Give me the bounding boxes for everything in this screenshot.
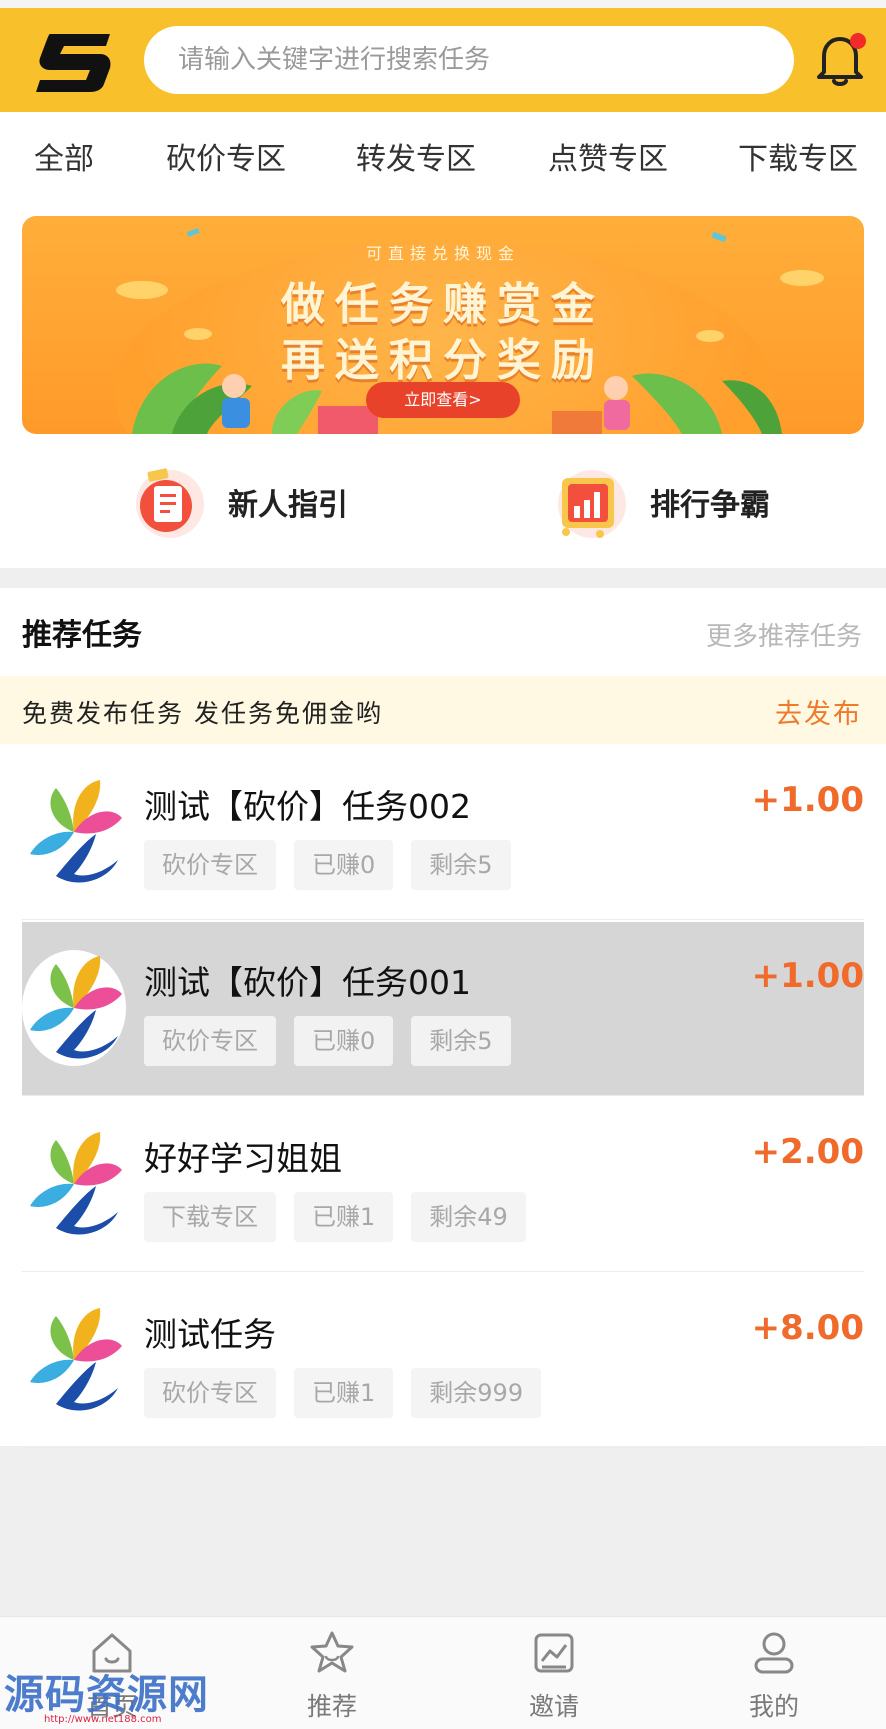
task-tags: 砍价专区 已赚1 剩余999 xyxy=(144,1368,559,1418)
task-tags: 砍价专区 已赚0 剩余5 xyxy=(144,1016,529,1066)
watermark-url: http://www.net188.com xyxy=(44,1714,162,1725)
task-tag: 砍价专区 xyxy=(144,1016,276,1066)
task-tags: 砍价专区 已赚0 剩余5 xyxy=(144,840,529,890)
task-name: 好好学习姐姐 xyxy=(144,1139,342,1178)
task-name: 测试任务 xyxy=(144,1315,276,1354)
task-tag: 砍价专区 xyxy=(144,1368,276,1418)
task-tag: 剩余49 xyxy=(411,1192,526,1242)
task-logo-icon xyxy=(22,1126,126,1242)
task-reward: +1.00 xyxy=(751,956,864,996)
star-icon xyxy=(310,1631,354,1673)
task-reward: +2.00 xyxy=(751,1132,864,1172)
notification-dot xyxy=(850,33,866,49)
tab-like[interactable]: 点赞专区 xyxy=(548,134,668,178)
more-recommend-link[interactable]: 更多推荐任务 xyxy=(706,616,862,653)
tab-all[interactable]: 全部 xyxy=(0,134,128,208)
chart-icon xyxy=(534,1633,574,1673)
tab-bargain[interactable]: 砍价专区 xyxy=(166,134,286,178)
watermark: 源码资源网 xyxy=(4,1672,209,1718)
nav-label: 我的 xyxy=(748,1692,799,1721)
status-bar xyxy=(0,0,886,8)
task-tag: 已赚0 xyxy=(294,1016,394,1066)
tab-download[interactable]: 下载专区 xyxy=(738,134,858,178)
recommend-title: 推荐任务 xyxy=(22,618,142,653)
banner-headline-1: 做任务赚赏金 xyxy=(281,279,605,330)
document-icon xyxy=(136,468,204,538)
task-logo-icon xyxy=(22,774,126,890)
nav-mine[interactable]: 我的 xyxy=(714,1617,834,1729)
nav-label: 推荐 xyxy=(306,1692,357,1721)
task-name: 测试【砍价】任务002 xyxy=(144,787,471,826)
nav-label: 邀请 xyxy=(528,1692,579,1721)
notification-bell-icon[interactable] xyxy=(812,30,868,90)
banner-small-text: 可直接兑换现金 xyxy=(365,244,520,263)
task-name: 测试【砍价】任务001 xyxy=(144,963,471,1002)
task-tag: 已赚1 xyxy=(294,1192,394,1242)
task-tag: 剩余999 xyxy=(411,1368,542,1418)
task-reward: +8.00 xyxy=(751,1308,864,1348)
notice-text: 免费发布任务 发任务免佣金哟 xyxy=(22,699,383,728)
publish-notice-bar: 免费发布任务 发任务免佣金哟 去发布 xyxy=(0,676,886,744)
task-tag: 剩余5 xyxy=(411,840,511,890)
shortcut-label: 新人指引 xyxy=(228,488,348,523)
user-icon xyxy=(754,1632,794,1674)
task-tag: 砍价专区 xyxy=(144,840,276,890)
task-row[interactable]: 测试【砍价】任务001 +1.00 砍价专区 已赚0 剩余5 xyxy=(22,922,864,1096)
header-bar: 请输入关键字进行搜索任务 xyxy=(0,8,886,112)
task-tags: 下载专区 已赚1 剩余49 xyxy=(144,1192,544,1242)
publish-link[interactable]: 去发布 xyxy=(775,692,862,731)
nav-recommend[interactable]: 推荐 xyxy=(272,1617,392,1729)
task-tag: 已赚1 xyxy=(294,1368,394,1418)
promo-banner[interactable]: 可直接兑换现金 做任务赚赏金 再送积分奖励 立即查看> xyxy=(22,216,864,434)
task-logo-icon xyxy=(22,1302,126,1418)
task-tag: 已赚0 xyxy=(294,840,394,890)
banner-view-button[interactable]: 立即查看> xyxy=(366,382,520,418)
task-tag: 下载专区 xyxy=(144,1192,276,1242)
task-logo-icon xyxy=(22,950,126,1066)
task-row[interactable]: 测试【砍价】任务002 +1.00 砍价专区 已赚0 剩余5 xyxy=(22,746,864,920)
tab-forward[interactable]: 转发专区 xyxy=(356,134,476,178)
task-tag: 剩余5 xyxy=(411,1016,511,1066)
task-row[interactable]: 测试任务 +8.00 砍价专区 已赚1 剩余999 xyxy=(22,1274,864,1448)
ranking-chart-icon xyxy=(558,470,626,538)
search-input[interactable]: 请输入关键字进行搜索任务 xyxy=(144,26,794,94)
task-row[interactable]: 好好学习姐姐 +2.00 下载专区 已赚1 剩余49 xyxy=(22,1098,864,1272)
app-logo-icon xyxy=(36,34,111,92)
nav-invite[interactable]: 邀请 xyxy=(494,1617,614,1729)
task-reward: +1.00 xyxy=(751,780,864,820)
banner-headline-2: 再送积分奖励 xyxy=(281,335,605,386)
category-tabs: 全部 砍价专区 转发专区 点赞专区 下载专区 xyxy=(0,112,886,208)
shortcut-newbie-guide[interactable]: 新人指引 xyxy=(130,462,348,542)
shortcut-label: 排行争霸 xyxy=(650,488,770,523)
shortcut-ranking[interactable]: 排行争霸 xyxy=(552,462,770,542)
